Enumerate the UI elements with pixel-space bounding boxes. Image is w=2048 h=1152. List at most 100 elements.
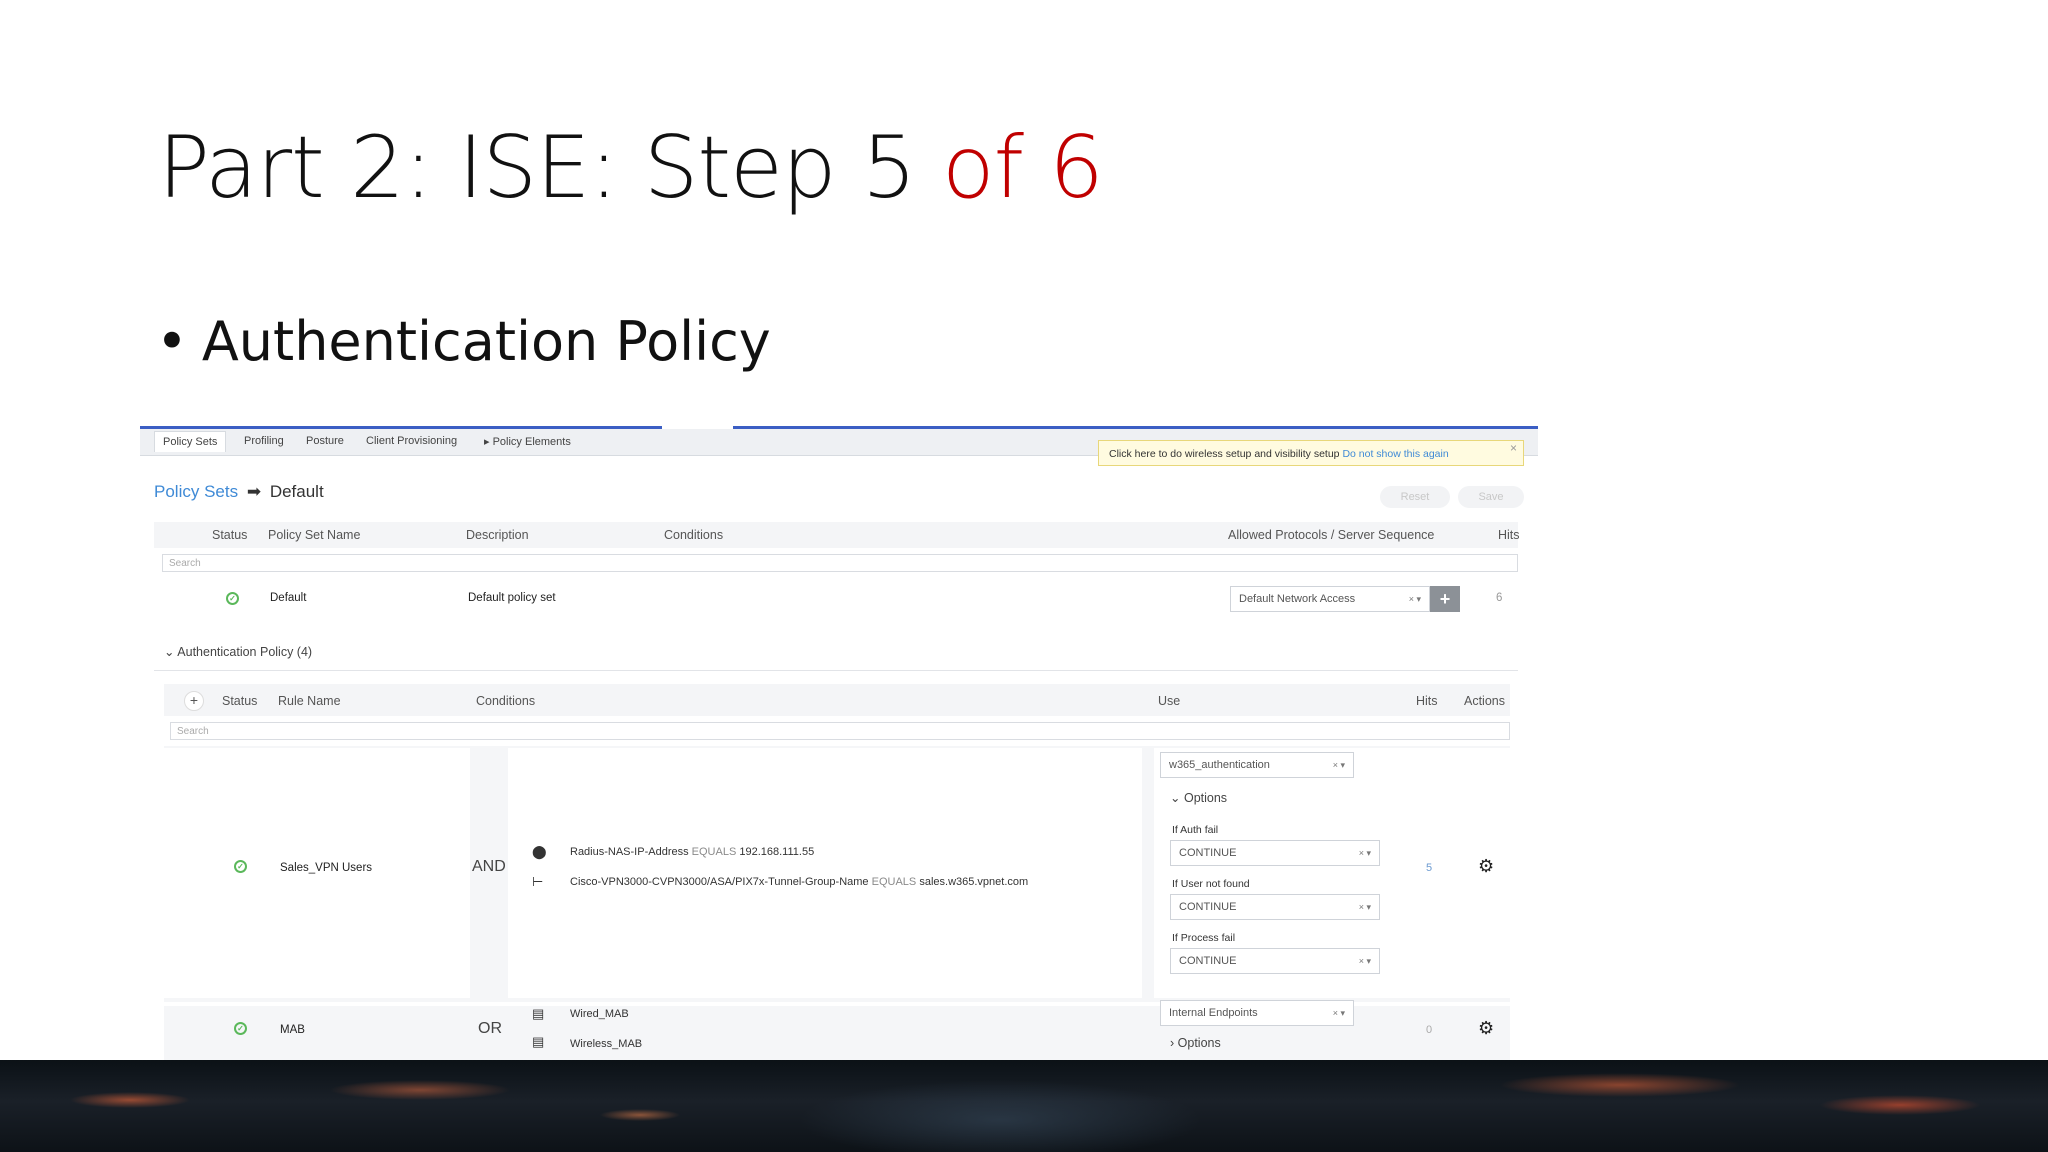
rule-name[interactable]: MAB (280, 1024, 305, 1036)
library-condition-icon: ▤ (532, 1006, 545, 1021)
divider (154, 670, 1518, 671)
tab-client-provisioning[interactable]: Client Provisioning (366, 435, 457, 447)
setup-banner[interactable]: Click here to do wireless setup and visi… (1098, 440, 1524, 466)
if-auth-fail-select[interactable]: CONTINUE × ▾ (1170, 840, 1380, 866)
policy-sets-header: Status Policy Set Name Description Condi… (154, 522, 1520, 548)
use-select-value: w365_authentication (1169, 759, 1270, 771)
policy-set-description: Default policy set (468, 592, 556, 604)
select-caret-icon: × ▾ (1332, 760, 1345, 770)
col-allowed-protocols: Allowed Protocols / Server Sequence (1228, 528, 1435, 542)
col-conditions: Conditions (476, 694, 536, 708)
policy-set-name[interactable]: Default (270, 592, 306, 604)
policy-set-search-input[interactable]: Search (162, 554, 1518, 572)
condition-operator: OR (478, 1020, 502, 1037)
select-caret-icon: × ▾ (1408, 594, 1421, 604)
tab-policy-elements-label: Policy Elements (492, 436, 571, 448)
use-select[interactable]: Internal Endpoints × ▾ (1160, 1000, 1354, 1026)
library-condition-icon: ▤ (532, 1034, 545, 1049)
allowed-protocols-value: Default Network Access (1239, 593, 1356, 605)
condition-attribute: Radius-NAS-IP-Address (570, 846, 689, 858)
if-process-fail-select[interactable]: CONTINUE × ▾ (1170, 948, 1380, 974)
tab-policy-sets[interactable]: Policy Sets (154, 431, 227, 452)
bullet-item: • Authentication Policy (156, 310, 771, 373)
col-use: Use (1158, 694, 1181, 708)
breadcrumb: Policy Sets ➡ Default (154, 482, 324, 502)
auth-rule-search-input[interactable]: Search (170, 722, 1510, 740)
hierarchy-icon: ⊢ (532, 874, 544, 889)
if-user-not-found-select[interactable]: CONTINUE × ▾ (1170, 894, 1380, 920)
status-enabled-icon: ✓ (234, 1022, 247, 1035)
gear-icon[interactable]: ⚙ (1478, 856, 1494, 877)
gear-icon[interactable]: ⚙ (1478, 1018, 1494, 1039)
earth-night-background (0, 1060, 2048, 1152)
col-hits: Hits (1498, 528, 1520, 542)
close-icon[interactable]: × (1510, 435, 1517, 461)
condition-row[interactable]: Wireless_MAB (570, 1038, 642, 1050)
col-actions: Actions (1464, 694, 1505, 708)
col-description: Description (466, 528, 529, 542)
banner-dismiss-link[interactable]: Do not show this again (1342, 448, 1448, 460)
allowed-protocols-select[interactable]: Default Network Access × ▾ (1230, 586, 1430, 612)
condition-value: sales.w365.vpnet.com (919, 876, 1029, 888)
col-policy-set-name: Policy Set Name (268, 528, 361, 542)
tab-posture[interactable]: Posture (306, 435, 344, 447)
condition-operator: EQUALS (871, 876, 917, 888)
if-auth-fail-label: If Auth fail (1172, 824, 1219, 836)
caret-right-icon: ▸ (484, 436, 490, 448)
options-toggle[interactable]: ⌄ Options (1170, 790, 1227, 805)
use-select-value: Internal Endpoints (1169, 1007, 1258, 1019)
reset-button[interactable]: Reset (1380, 486, 1450, 508)
if-user-not-found-label: If User not found (1172, 878, 1250, 890)
slide-title-accent: of 6 (941, 118, 1104, 218)
select-caret-icon: × ▾ (1358, 956, 1371, 966)
if-user-not-found-value: CONTINUE (1179, 901, 1237, 913)
rule-name[interactable]: Sales_VPN Users (280, 862, 372, 874)
select-caret-icon: × ▾ (1332, 1008, 1345, 1018)
tab-profiling[interactable]: Profiling (244, 435, 284, 447)
condition-operator: EQUALS (691, 846, 737, 858)
slide-title-main: Part 2: ISE: Step 5 (158, 118, 942, 218)
condition-operator: AND (472, 858, 506, 875)
bullet-text: Authentication Policy (201, 310, 771, 373)
select-caret-icon: × ▾ (1358, 902, 1371, 912)
if-process-fail-label: If Process fail (1172, 932, 1236, 944)
if-process-fail-value: CONTINUE (1179, 955, 1237, 967)
chevron-right-icon: › (1170, 1036, 1175, 1050)
rule-hits: 5 (1426, 862, 1433, 874)
rule-hits: 0 (1426, 1024, 1433, 1036)
add-icon[interactable]: + (1430, 586, 1460, 612)
breadcrumb-current: Default (269, 482, 324, 501)
use-select[interactable]: w365_authentication × ▾ (1160, 752, 1354, 778)
condition-row[interactable]: Cisco-VPN3000-CVPN3000/ASA/PIX7x-Tunnel-… (570, 876, 1028, 888)
col-status: Status (222, 694, 258, 708)
arrow-right-icon: ➡ (246, 482, 262, 501)
ise-screenshot: Policy Sets Profiling Posture Client Pro… (140, 426, 1538, 1060)
options-label: Options (1177, 1036, 1221, 1050)
chevron-down-icon: ⌄ (164, 645, 175, 659)
auth-rules-header: + Status Rule Name Conditions Use Hits A… (164, 684, 1510, 716)
chevron-down-icon: ⌄ (1170, 791, 1181, 805)
condition-row[interactable]: Radius-NAS-IP-Address EQUALS 192.168.111… (570, 846, 814, 858)
policy-set-hits: 6 (1496, 592, 1503, 604)
tab-policy-elements[interactable]: ▸ Policy Elements (484, 435, 571, 448)
save-button[interactable]: Save (1458, 486, 1524, 508)
auth-policy-section-toggle[interactable]: ⌄ Authentication Policy (4) (164, 644, 312, 659)
col-status: Status (212, 528, 248, 542)
options-label: Options (1183, 791, 1228, 805)
banner-text: Click here to do wireless setup and visi… (1109, 448, 1340, 460)
select-caret-icon: × ▾ (1358, 848, 1371, 858)
slide-title: Part 2: ISE: Step 5 of 6 (158, 118, 1104, 218)
add-rule-icon[interactable]: + (184, 691, 204, 711)
status-enabled-icon: ✓ (234, 860, 247, 873)
condition-attribute: Cisco-VPN3000-CVPN3000/ASA/PIX7x-Tunnel-… (570, 876, 869, 888)
options-toggle[interactable]: › Options (1170, 1036, 1221, 1050)
conditions-cell (508, 748, 1142, 998)
breadcrumb-policy-sets-link[interactable]: Policy Sets (154, 482, 238, 501)
location-pin-icon: ⬤ (532, 844, 547, 859)
condition-value: 192.168.111.55 (739, 846, 815, 858)
condition-row[interactable]: Wired_MAB (570, 1008, 629, 1020)
col-conditions: Conditions (664, 528, 724, 542)
col-rule-name: Rule Name (278, 694, 341, 708)
auth-policy-section-label: Authentication Policy (4) (177, 645, 313, 659)
bullet-dot: • (156, 310, 188, 373)
